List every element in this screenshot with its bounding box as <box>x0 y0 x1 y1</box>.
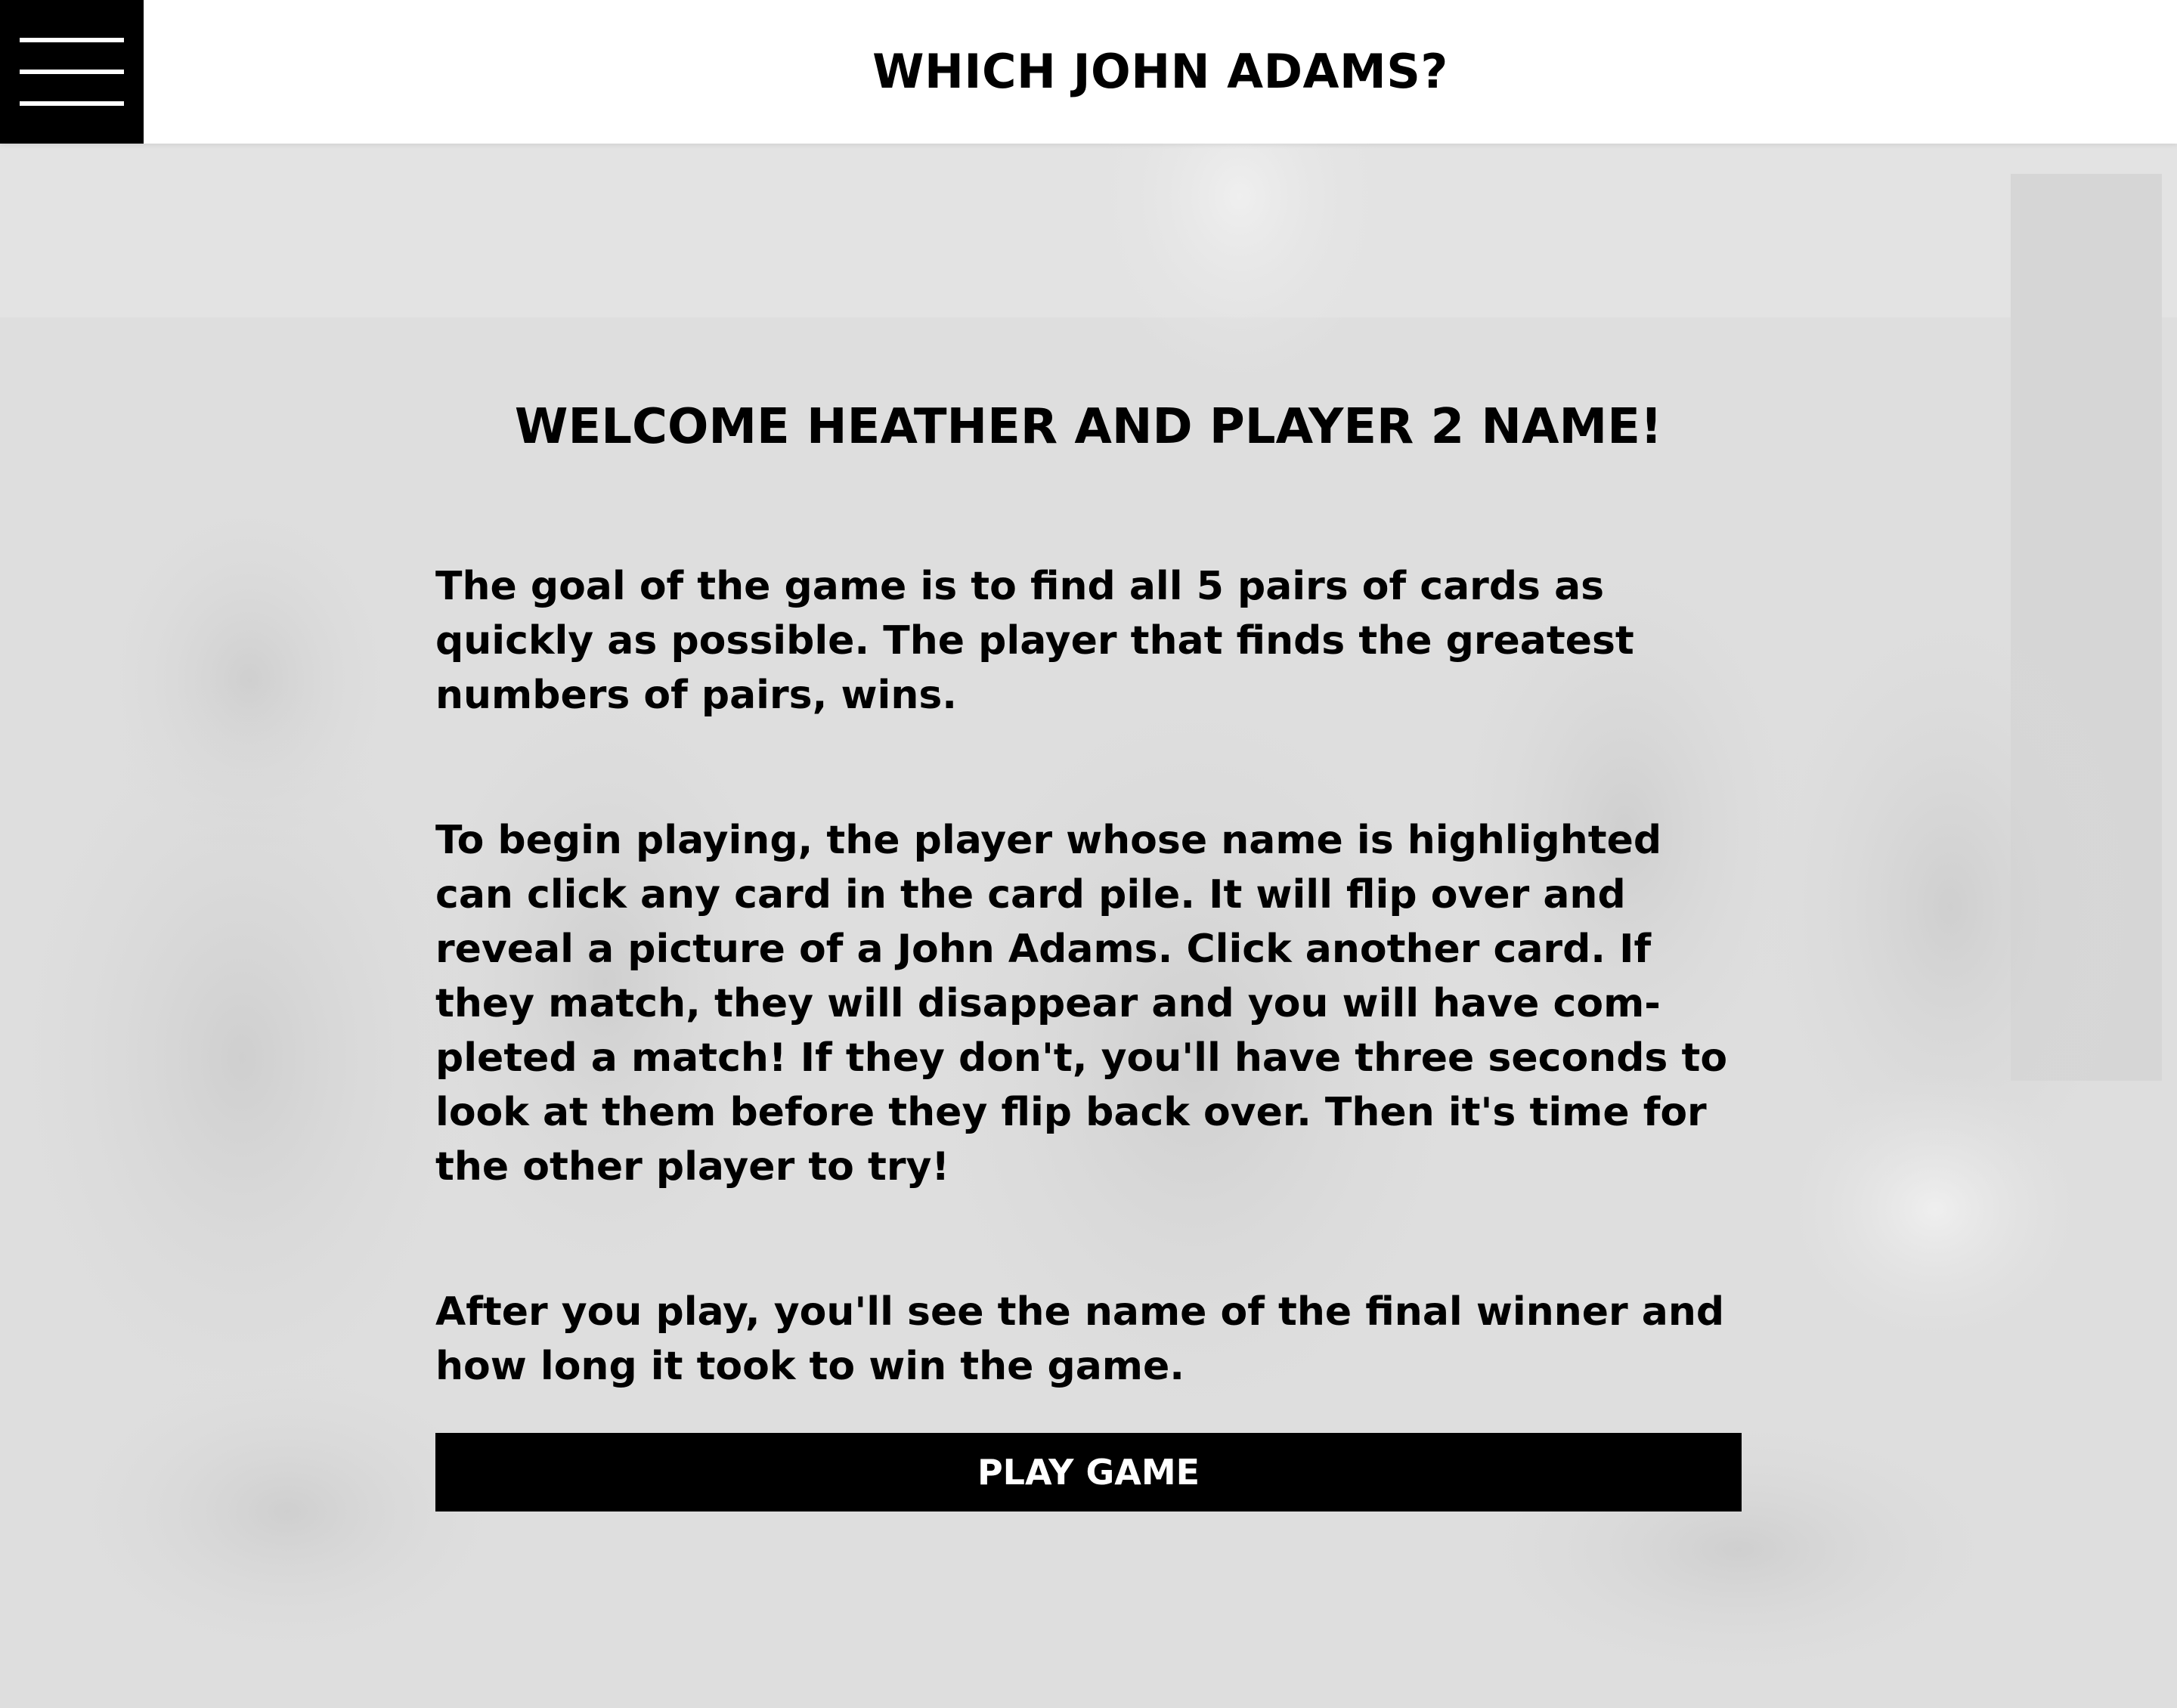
instructions-panel: WELCOME HEATHER AND PLAYER 2 NAME! The g… <box>435 393 1742 1484</box>
top-header: WHICH JOHN ADAMS? <box>0 0 2177 144</box>
instruction-paragraph-how-to-play: To begin playing, the player whose name … <box>435 818 1728 1190</box>
instruction-paragraph-goal: The goal of the game is to find all 5 pa… <box>435 564 1634 718</box>
instruction-paragraph-after-play: After you play, you'll see the name of t… <box>435 1289 1725 1389</box>
welcome-heading: WELCOME HEATHER AND PLAYER 2 NAME! <box>514 399 1663 455</box>
play-game-button[interactable]: PLAY GAME <box>435 1433 1742 1512</box>
app-title: WHICH JOHN ADAMS? <box>872 44 1448 99</box>
menu-button[interactable] <box>0 0 144 144</box>
